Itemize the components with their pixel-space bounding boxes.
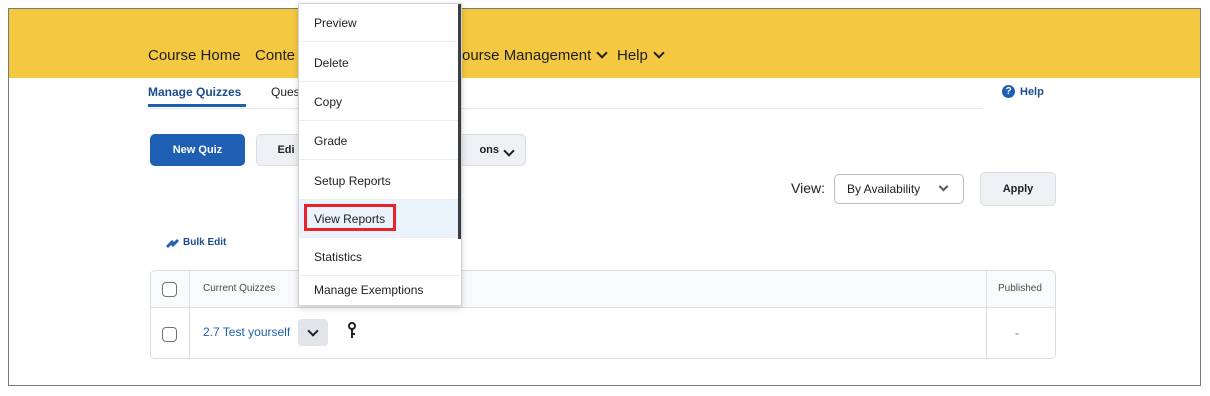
chevron-down-icon — [503, 145, 515, 157]
nav-course-management[interactable]: ourse Management — [462, 47, 608, 64]
course-navbar: Course Home Conte ourse Management Help — [9, 9, 1200, 78]
nav-course-management-label: ourse Management — [462, 47, 592, 64]
tabs-divider — [148, 108, 983, 109]
chevron-down-icon — [653, 47, 665, 59]
row-checkbox[interactable] — [162, 327, 177, 342]
column-divider — [986, 271, 987, 358]
menu-item-copy[interactable]: Copy — [299, 83, 459, 121]
menu-item-delete[interactable]: Delete — [299, 44, 459, 82]
menu-item-preview[interactable]: Preview — [299, 4, 459, 42]
help-icon: ? — [1002, 85, 1015, 98]
new-quiz-button[interactable]: New Quiz — [150, 134, 245, 166]
bulk-edit-button[interactable]: Bulk Edit — [165, 236, 226, 248]
nav-content[interactable]: Conte — [255, 47, 295, 64]
chevron-down-icon — [596, 47, 608, 59]
quizzes-table: Current Quizzes Published 2.7 Test yours… — [150, 270, 1056, 359]
column-divider — [189, 271, 190, 358]
help-label: Help — [1020, 85, 1044, 98]
quiz-context-menu: Preview Delete Copy Grade Setup Reports … — [298, 3, 462, 306]
help-link[interactable]: ? Help — [1002, 85, 1044, 98]
column-published: Published — [998, 283, 1042, 294]
view-label: View: — [791, 180, 825, 196]
table-header: Current Quizzes Published — [151, 271, 1055, 308]
highlight-annotation-box — [304, 204, 396, 231]
nav-course-home[interactable]: Course Home — [148, 47, 241, 64]
view-select[interactable]: By Availability — [834, 174, 964, 204]
select-all-checkbox[interactable] — [162, 282, 177, 297]
published-status: - — [1015, 326, 1019, 340]
menu-item-setup-reports[interactable]: Setup Reports — [299, 162, 459, 200]
tab-question-library[interactable]: Ques — [271, 85, 300, 99]
pencil-icon — [166, 239, 179, 248]
column-current-quizzes[interactable]: Current Quizzes — [203, 283, 275, 294]
quiz-link[interactable]: 2.7 Test yourself — [203, 325, 290, 339]
key-icon — [348, 322, 356, 338]
menu-scrollbar[interactable] — [458, 4, 461, 239]
nav-help-label: Help — [617, 47, 648, 64]
tab-manage-quizzes[interactable]: Manage Quizzes — [148, 85, 241, 99]
menu-item-grade[interactable]: Grade — [299, 122, 459, 160]
quiz-actions-dropdown[interactable] — [298, 319, 328, 346]
apply-button[interactable]: Apply — [980, 172, 1056, 206]
menu-item-manage-exemptions[interactable]: Manage Exemptions — [299, 275, 459, 305]
chevron-down-icon — [938, 181, 949, 191]
active-tab-indicator — [148, 104, 246, 107]
chevron-down-icon — [307, 324, 319, 337]
bulk-edit-label: Bulk Edit — [183, 236, 227, 248]
nav-help[interactable]: Help — [617, 47, 665, 64]
more-actions-label: ons — [479, 144, 499, 156]
menu-item-statistics[interactable]: Statistics — [299, 238, 459, 276]
view-select-value: By Availability — [847, 182, 921, 196]
